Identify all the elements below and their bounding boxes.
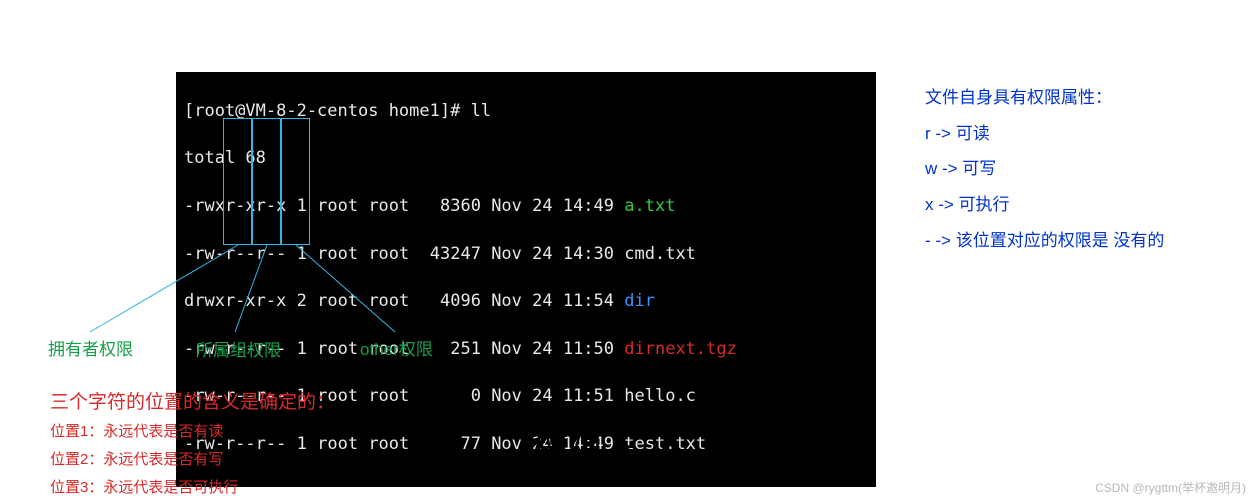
watermark-text: CSDN @rygttm(举杯邀明月) <box>1095 479 1246 496</box>
terminal-total: total 68 <box>184 147 868 171</box>
terminal-row: -rw-r--r-- 1 root root 251 Nov 24 11:50 … <box>184 338 868 362</box>
label-group-perm: 所属组权限 <box>196 336 281 361</box>
meaning-title: 三个字符的位置的含义是确定的： <box>50 387 335 414</box>
meaning-list: 位置1：永远代表是否有读 位置2：永远代表是否有写 位置3：永远代表是否可执行 <box>50 418 238 501</box>
meaning-p3: 位置3：永远代表是否可执行 <box>50 474 238 501</box>
terminal-row: drwxr-xr-x 2 root root 4096 Nov 24 11:54… <box>184 290 868 314</box>
terminal-row: -rwxr-xr-x 1 root root 8360 Nov 24 14:49… <box>184 195 868 219</box>
perm-attr-title: 文件自身具有权限属性： <box>925 80 1164 116</box>
terminal-prompt: [root@VM-8-2-centos home1]# ll <box>184 100 868 124</box>
perm-attr-list: 文件自身具有权限属性： r -> 可读 w -> 可写 x -> 可执行 - -… <box>925 80 1164 258</box>
perm-attr-r: r -> 可读 <box>925 116 1164 152</box>
perm-attr-dash: - -> 该位置对应的权限是 没有的 <box>925 223 1164 259</box>
label-owner-perm: 拥有者权限 <box>48 335 133 360</box>
perm-attr-w: w -> 可写 <box>925 151 1164 187</box>
terminal-row: -rw-r--r-- 1 root root 43247 Nov 24 14:3… <box>184 243 868 267</box>
formula-text: 权限 = 人 + 文件属性 <box>530 422 877 474</box>
meaning-p1: 位置1：永远代表是否有读 <box>50 418 238 446</box>
label-other-perm: other权限 <box>360 335 433 360</box>
meaning-p2: 位置2：永远代表是否有写 <box>50 446 238 474</box>
perm-attr-x: x -> 可执行 <box>925 187 1164 223</box>
